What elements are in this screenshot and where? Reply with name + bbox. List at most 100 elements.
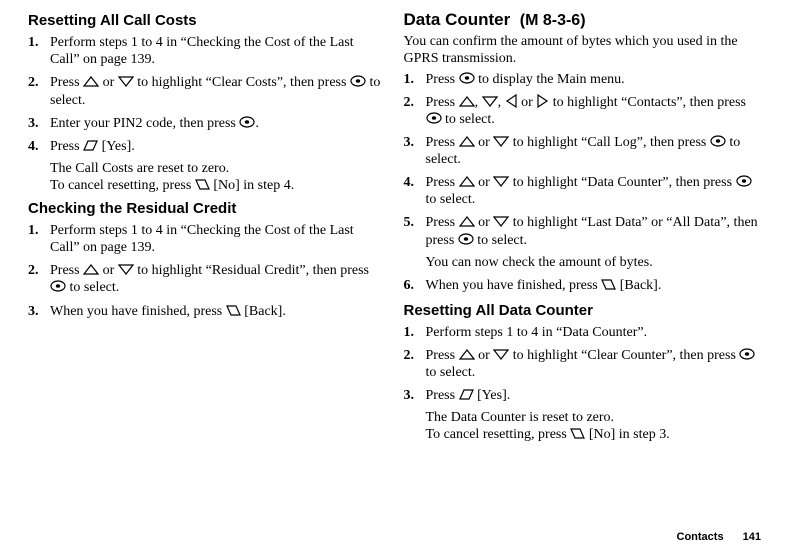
step-text: [Yes]. [474,388,511,403]
step-number: 3. [404,134,415,151]
step-text: Press [50,139,83,154]
center-key-icon [459,71,475,85]
step-text: or [475,215,494,230]
down-key-icon [482,95,498,108]
up-key-icon [459,215,475,228]
steps-resetting-call-costs: 1. Perform steps 1 to 4 in “Checking the… [28,34,386,154]
step-text: or [99,263,118,278]
step-text: Press [426,348,459,363]
step-number: 4. [28,138,39,155]
heading-data-counter: Data Counter [404,10,511,29]
right-softkey-icon [195,178,210,191]
step-text: [Back]. [616,278,661,293]
step-text: or [475,348,494,363]
step-item: 2. Press , , or to highlight “Contacts”,… [426,94,762,128]
step-number: 2. [404,347,415,364]
step-number: 2. [28,74,39,91]
steps-resetting-data-counter: 1. Perform steps 1 to 4 in “Data Counter… [404,324,762,404]
step-text: Press [426,135,459,150]
center-key-icon [426,111,442,125]
step-item: 2. Press or to highlight “Residual Credi… [50,262,386,296]
step-text: to highlight “Call Log”, then press [509,135,710,150]
up-key-icon [83,263,99,276]
step-text: to select. [474,233,527,248]
step-item: 3. Press [Yes]. [426,387,762,404]
left-column: Resetting All Call Costs 1. Perform step… [28,10,386,450]
up-key-icon [459,348,475,361]
right-softkey-icon [570,427,585,440]
center-key-icon [739,347,755,361]
step-text: Perform steps 1 to 4 in “Checking the Co… [50,35,354,67]
step-number: 1. [404,71,415,88]
left-key-icon [505,94,518,108]
step-number: 3. [28,303,39,320]
step-item: 1. Perform steps 1 to 4 in “Checking the… [50,222,386,256]
step-number: 3. [404,387,415,404]
step-number: 1. [404,324,415,341]
step-text: Press [426,175,459,190]
right-softkey-icon [601,278,616,291]
step-text: or [99,75,118,90]
step-text: Press [50,263,83,278]
heading-resetting-call-costs: Resetting All Call Costs [28,12,386,30]
down-key-icon [493,135,509,148]
step-text: to highlight “Clear Costs”, then press [134,75,350,90]
down-key-icon [493,348,509,361]
note-line: To cancel resetting, press [426,427,571,442]
note-line: The Data Counter is reset to zero. [426,410,615,425]
step-text: , [475,95,482,110]
up-key-icon [459,95,475,108]
step-text: Press [426,388,459,403]
step-text: or [475,175,494,190]
step-item: 1. Perform steps 1 to 4 in “Checking the… [50,34,386,68]
step-number: 2. [404,94,415,111]
step-text: to highlight “Contacts”, then press [549,95,746,110]
step-number: 1. [28,34,39,51]
left-softkey-icon [459,388,474,401]
heading-data-counter-row: Data Counter (M 8-3-6) [404,10,762,31]
step-item: 2. Press or to highlight “Clear Costs”, … [50,74,386,108]
step-text: to highlight “Clear Counter”, then press [509,348,739,363]
center-key-icon [239,115,255,129]
step-text: [Back]. [241,304,286,319]
step-number: 3. [28,115,39,132]
step-text: to select. [442,112,495,127]
step-item: 4. Press or to highlight “Data Counter”,… [426,174,762,208]
note-text: The Call Costs are reset to zero. To can… [50,160,386,194]
note-text: The Data Counter is reset to zero. To ca… [426,409,762,443]
center-key-icon [736,174,752,188]
step-number: 4. [404,174,415,191]
step-text: Perform steps 1 to 4 in “Checking the Co… [50,223,354,255]
step-item: 1. Perform steps 1 to 4 in “Data Counter… [426,324,762,341]
step-text: Press [426,72,459,87]
step-item: 5. Press or to highlight “Last Data” or … [426,214,762,248]
steps-data-counter: 1. Press to display the Main menu. 2. Pr… [404,71,762,249]
step-text: to display the Main menu. [475,72,625,87]
step-number: 5. [404,214,415,231]
step-text: Enter your PIN2 code, then press [50,116,239,131]
step-item: 4. Press [Yes]. [50,138,386,155]
step-text: or [475,135,494,150]
step-text: to select. [426,365,476,380]
step-text: . [255,116,259,131]
step-text: or [518,95,537,110]
down-key-icon [493,215,509,228]
right-key-icon [536,94,549,108]
down-key-icon [493,175,509,188]
right-softkey-icon [226,304,241,317]
steps-data-counter-cont: 6. When you have finished, press [Back]. [404,277,762,294]
up-key-icon [83,75,99,88]
step-number: 6. [404,277,415,294]
right-column: Data Counter (M 8-3-6) You can confirm t… [404,10,762,450]
step-text: to highlight “Data Counter”, then press [509,175,735,190]
left-softkey-icon [83,139,98,152]
up-key-icon [459,175,475,188]
heading-residual-credit: Checking the Residual Credit [28,200,386,218]
step-item: 1. Press to display the Main menu. [426,71,762,88]
center-key-icon [350,74,366,88]
step-number: 2. [28,262,39,279]
step-text: Press [50,75,83,90]
note-line: The Call Costs are reset to zero. [50,161,229,176]
center-key-icon [458,232,474,246]
intro-text: You can confirm the amount of bytes whic… [404,33,762,67]
